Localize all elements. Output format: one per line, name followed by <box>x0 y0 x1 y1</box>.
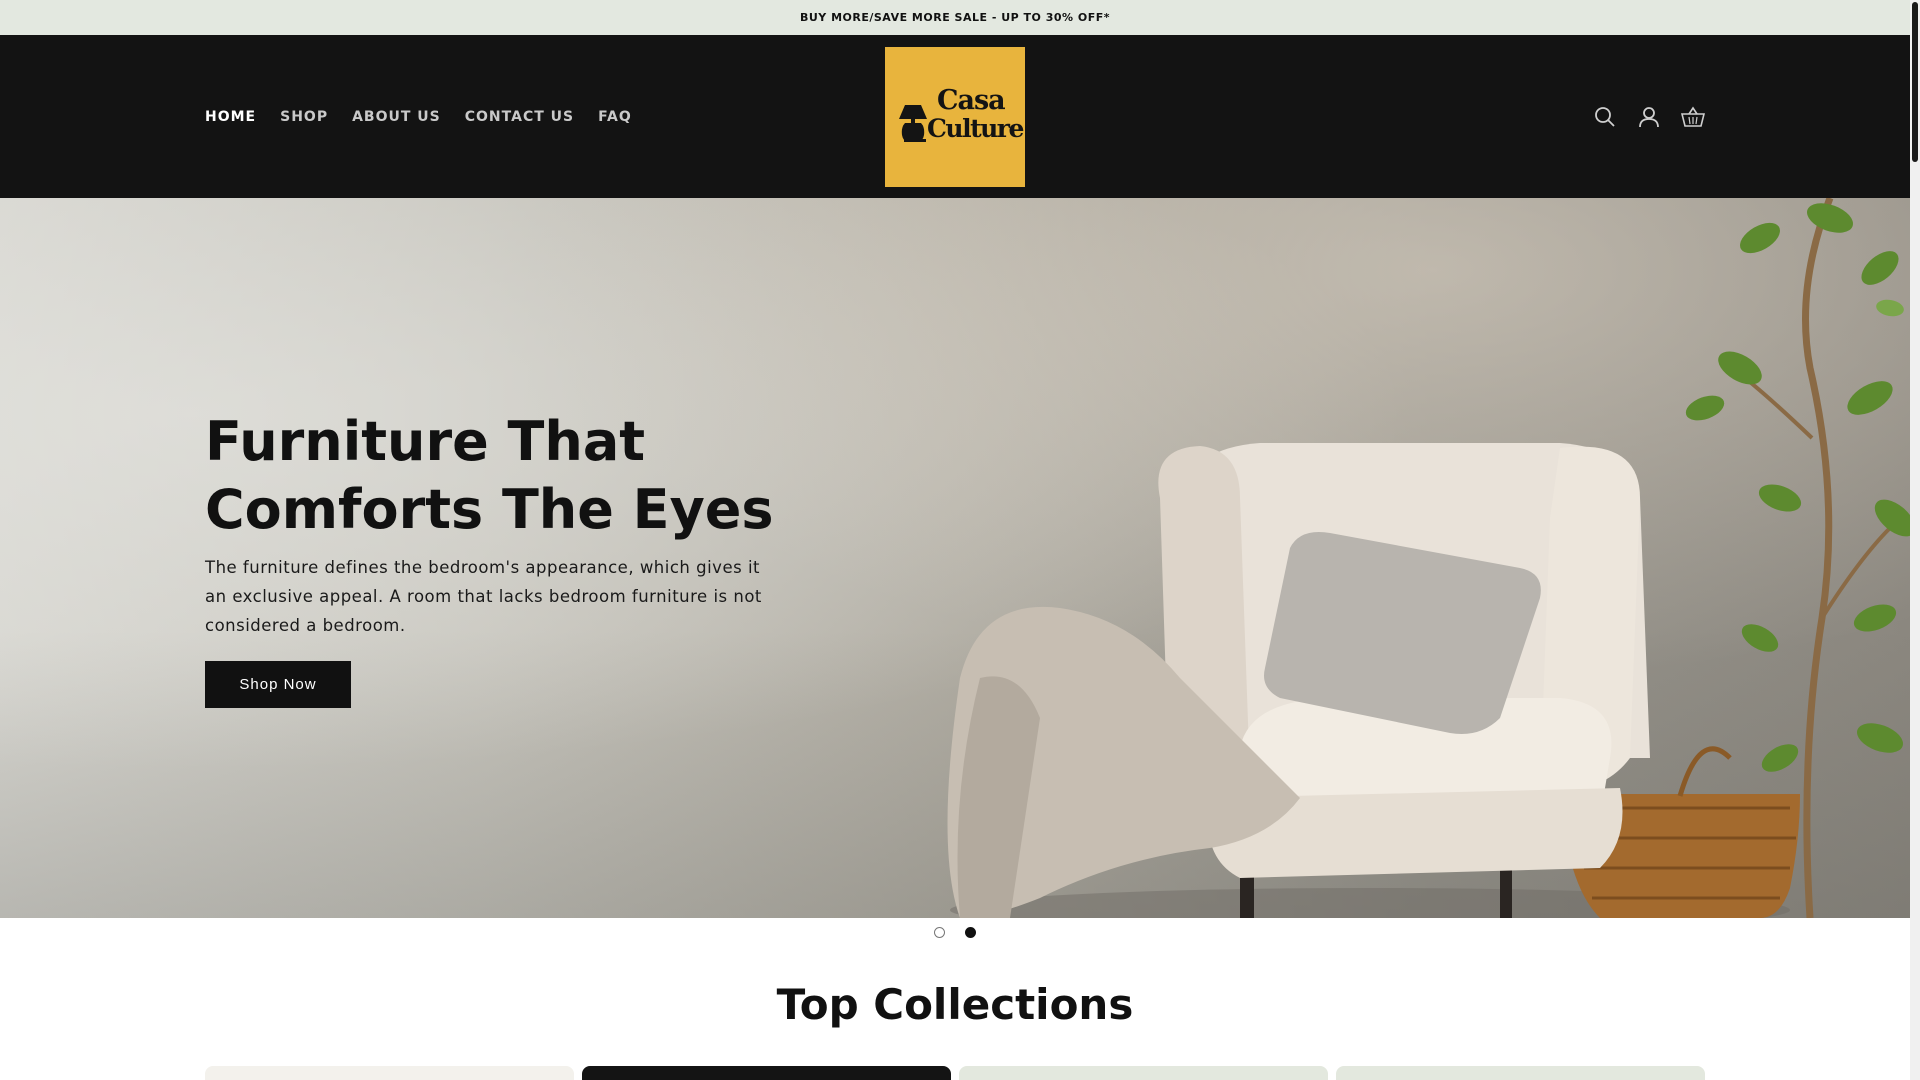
collection-card[interactable] <box>205 1066 574 1080</box>
slide-dot-2[interactable] <box>965 927 976 938</box>
announcement-bar: BUY MORE/SAVE MORE SALE - UP TO 30% OFF* <box>0 0 1910 35</box>
slider-dots <box>934 927 976 938</box>
logo-line-2: Culture <box>927 114 1024 143</box>
header-icons <box>1593 35 1705 198</box>
cart-icon[interactable] <box>1681 105 1705 129</box>
shop-now-button[interactable]: Shop Now <box>205 661 351 708</box>
announcement-text: BUY MORE/SAVE MORE SALE - UP TO 30% OFF* <box>799 11 1111 24</box>
search-icon[interactable] <box>1593 105 1617 129</box>
nav-about-us[interactable]: ABOUT US <box>352 109 441 125</box>
nav-shop[interactable]: SHOP <box>280 109 328 125</box>
scrollbar-thumb[interactable] <box>1912 2 1918 162</box>
logo-text: Casa Culture <box>927 85 1024 143</box>
collections-title: Top Collections <box>776 980 1134 1029</box>
nav-contact-us[interactable]: CONTACT US <box>465 109 574 125</box>
page-scrollbar[interactable] <box>1910 0 1920 1080</box>
collection-card[interactable] <box>1336 1066 1705 1080</box>
collection-cards <box>205 1066 1705 1080</box>
slide-dot-1[interactable] <box>934 927 945 938</box>
hero-title: Furniture That Comforts The Eyes <box>205 410 774 541</box>
hero-banner: Furniture That Comforts The Eyes The fur… <box>0 198 1910 918</box>
collection-card[interactable] <box>959 1066 1328 1080</box>
nav-home[interactable]: HOME <box>205 109 256 125</box>
account-icon[interactable] <box>1637 105 1661 129</box>
collection-card[interactable] <box>582 1066 951 1080</box>
hero-subtitle: The furniture defines the bedroom's appe… <box>205 558 762 635</box>
site-logo[interactable]: Casa Culture <box>885 47 1025 187</box>
nav-faq[interactable]: FAQ <box>598 109 632 125</box>
main-nav: HOME SHOP ABOUT US CONTACT US FAQ <box>205 35 632 198</box>
logo-line-1: Casa <box>937 85 1006 116</box>
site-header: HOME SHOP ABOUT US CONTACT US FAQ Casa C… <box>0 35 1910 198</box>
